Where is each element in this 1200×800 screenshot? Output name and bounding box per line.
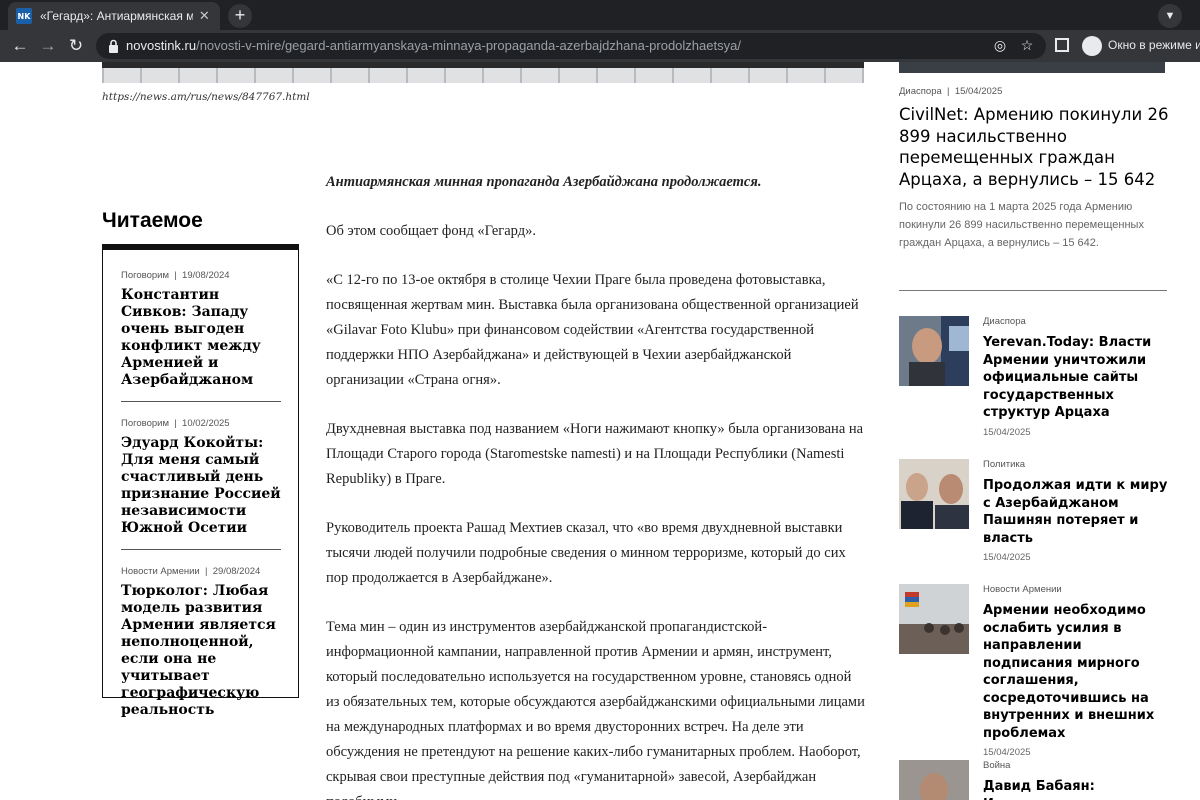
most-read-item[interactable]: Новости Армении | 29/08/2024 Тюрколог: Л…: [121, 566, 281, 731]
site-favicon-icon: NK: [16, 8, 32, 24]
back-button[interactable]: ←: [8, 34, 32, 58]
active-tab[interactable]: NK «Гегард»: Антиармянская минная ✕: [8, 2, 220, 30]
url-path: /novosti-v-mire/gegard-antiarmyanskaya-m…: [196, 38, 741, 53]
card-title[interactable]: Продолжая идти к миру с Азербайджаном Па…: [983, 477, 1173, 547]
news-thumbnail[interactable]: [899, 459, 969, 529]
featured-image[interactable]: [899, 62, 1165, 73]
news-thumbnail[interactable]: [899, 760, 969, 800]
card-title[interactable]: Давид Бабаян: Интересно армян в: [983, 778, 1173, 800]
card-category[interactable]: Война: [983, 760, 1173, 771]
url-text[interactable]: novostink.ru/novosti-v-mire/gegard-antia…: [126, 38, 741, 53]
address-bar[interactable]: novostink.ru/novosti-v-mire/gegard-antia…: [96, 33, 1046, 59]
eye-off-icon[interactable]: ◎: [991, 37, 1009, 54]
incognito-icon[interactable]: [1082, 36, 1102, 56]
item-title[interactable]: Константин Сивков: Западу очень выгоден …: [121, 287, 281, 401]
news-thumbnail[interactable]: [899, 584, 969, 654]
card-date: 15/04/2025: [983, 426, 1031, 438]
article-image: [102, 62, 864, 83]
most-read-heading: Читаемое: [102, 209, 203, 232]
card-date: 15/04/2025: [983, 747, 1031, 758]
article-paragraph: Об этом сообщает фонд «Гегард».: [326, 223, 536, 239]
item-date: 19/08/2024: [182, 270, 230, 281]
card-title[interactable]: Yerevan.Today: Власти Армении уничтожили…: [983, 334, 1173, 422]
news-thumbnail[interactable]: [899, 316, 969, 386]
article-paragraph: Двухдневная выставка под названием «Ноги…: [326, 421, 864, 487]
featured-excerpt: По состоянию на 1 марта 2025 года Армени…: [899, 201, 1144, 249]
article-paragraph: Руководитель проекта Рашад Мехтиев сказа…: [326, 520, 846, 586]
card-category[interactable]: Новости Армении: [983, 584, 1173, 595]
most-read-item[interactable]: Поговорим | 19/08/2024 Константин Сивков…: [121, 270, 281, 402]
site-info-icon[interactable]: [108, 39, 119, 53]
article-lead: Антиармянская минная пропаганда Азербайд…: [326, 174, 762, 190]
item-title[interactable]: Тюрколог: Любая модель развития Армении …: [121, 583, 281, 731]
featured-category[interactable]: Диаспора: [899, 86, 942, 97]
featured-title[interactable]: CivilNet: Армению покинули 26 899 насиль…: [899, 104, 1169, 190]
tab-search-button[interactable]: ▼: [1158, 4, 1182, 28]
image-caption[interactable]: https://news.am/rus/news/847767.html: [102, 91, 310, 103]
forward-button[interactable]: →: [36, 34, 60, 58]
card-title[interactable]: Армении необходимо ослабить усилия в нап…: [983, 602, 1173, 742]
tab-title: «Гегард»: Антиармянская минная: [40, 9, 193, 23]
article-paragraph: Тема мин – один из инструментов азербайд…: [326, 619, 865, 800]
browser-chrome: NK «Гегард»: Антиармянская минная ✕ + ▼ …: [0, 0, 1200, 62]
card-category[interactable]: Диаспора: [983, 316, 1173, 327]
card-date: 15/04/2025: [983, 552, 1031, 563]
url-host: novostink.ru: [126, 38, 197, 53]
side-panel-icon[interactable]: [1055, 38, 1069, 52]
toolbar: ← → ↻ novostink.ru/novosti-v-mire/gegard…: [0, 30, 1200, 62]
most-read-box: Поговорим | 19/08/2024 Константин Сивков…: [102, 244, 299, 718]
web-page: https://news.am/rus/news/847767.html Чит…: [0, 62, 1200, 800]
reload-button[interactable]: ↻: [64, 34, 88, 58]
featured-date: 15/04/2025: [954, 86, 1003, 97]
item-category[interactable]: Новости Армении: [121, 566, 200, 577]
divider: [899, 290, 1167, 291]
incognito-label[interactable]: Окно в режиме инк: [1108, 38, 1200, 52]
article-body: Антиармянская минная пропаганда Азербайд…: [326, 170, 866, 800]
tab-close-icon[interactable]: ✕: [197, 8, 212, 24]
card-category[interactable]: Политика: [983, 459, 1173, 470]
item-date: 10/02/2025: [182, 418, 230, 429]
item-category[interactable]: Поговорим: [121, 418, 169, 429]
item-category[interactable]: Поговорим: [121, 270, 169, 281]
item-date: 29/08/2024: [212, 566, 261, 577]
article-paragraph: «С 12-го по 13-ое октября в столице Чехи…: [326, 272, 859, 388]
most-read-item[interactable]: Поговорим | 10/02/2025 Эдуард Кокойты: Д…: [121, 418, 281, 550]
item-title[interactable]: Эдуард Кокойты: Для меня самый счастливы…: [121, 435, 281, 549]
new-tab-button[interactable]: +: [228, 4, 252, 28]
bookmark-star-icon[interactable]: ☆: [1018, 37, 1036, 54]
tab-bar: NK «Гегард»: Антиармянская минная ✕ + ▼: [0, 0, 1200, 30]
